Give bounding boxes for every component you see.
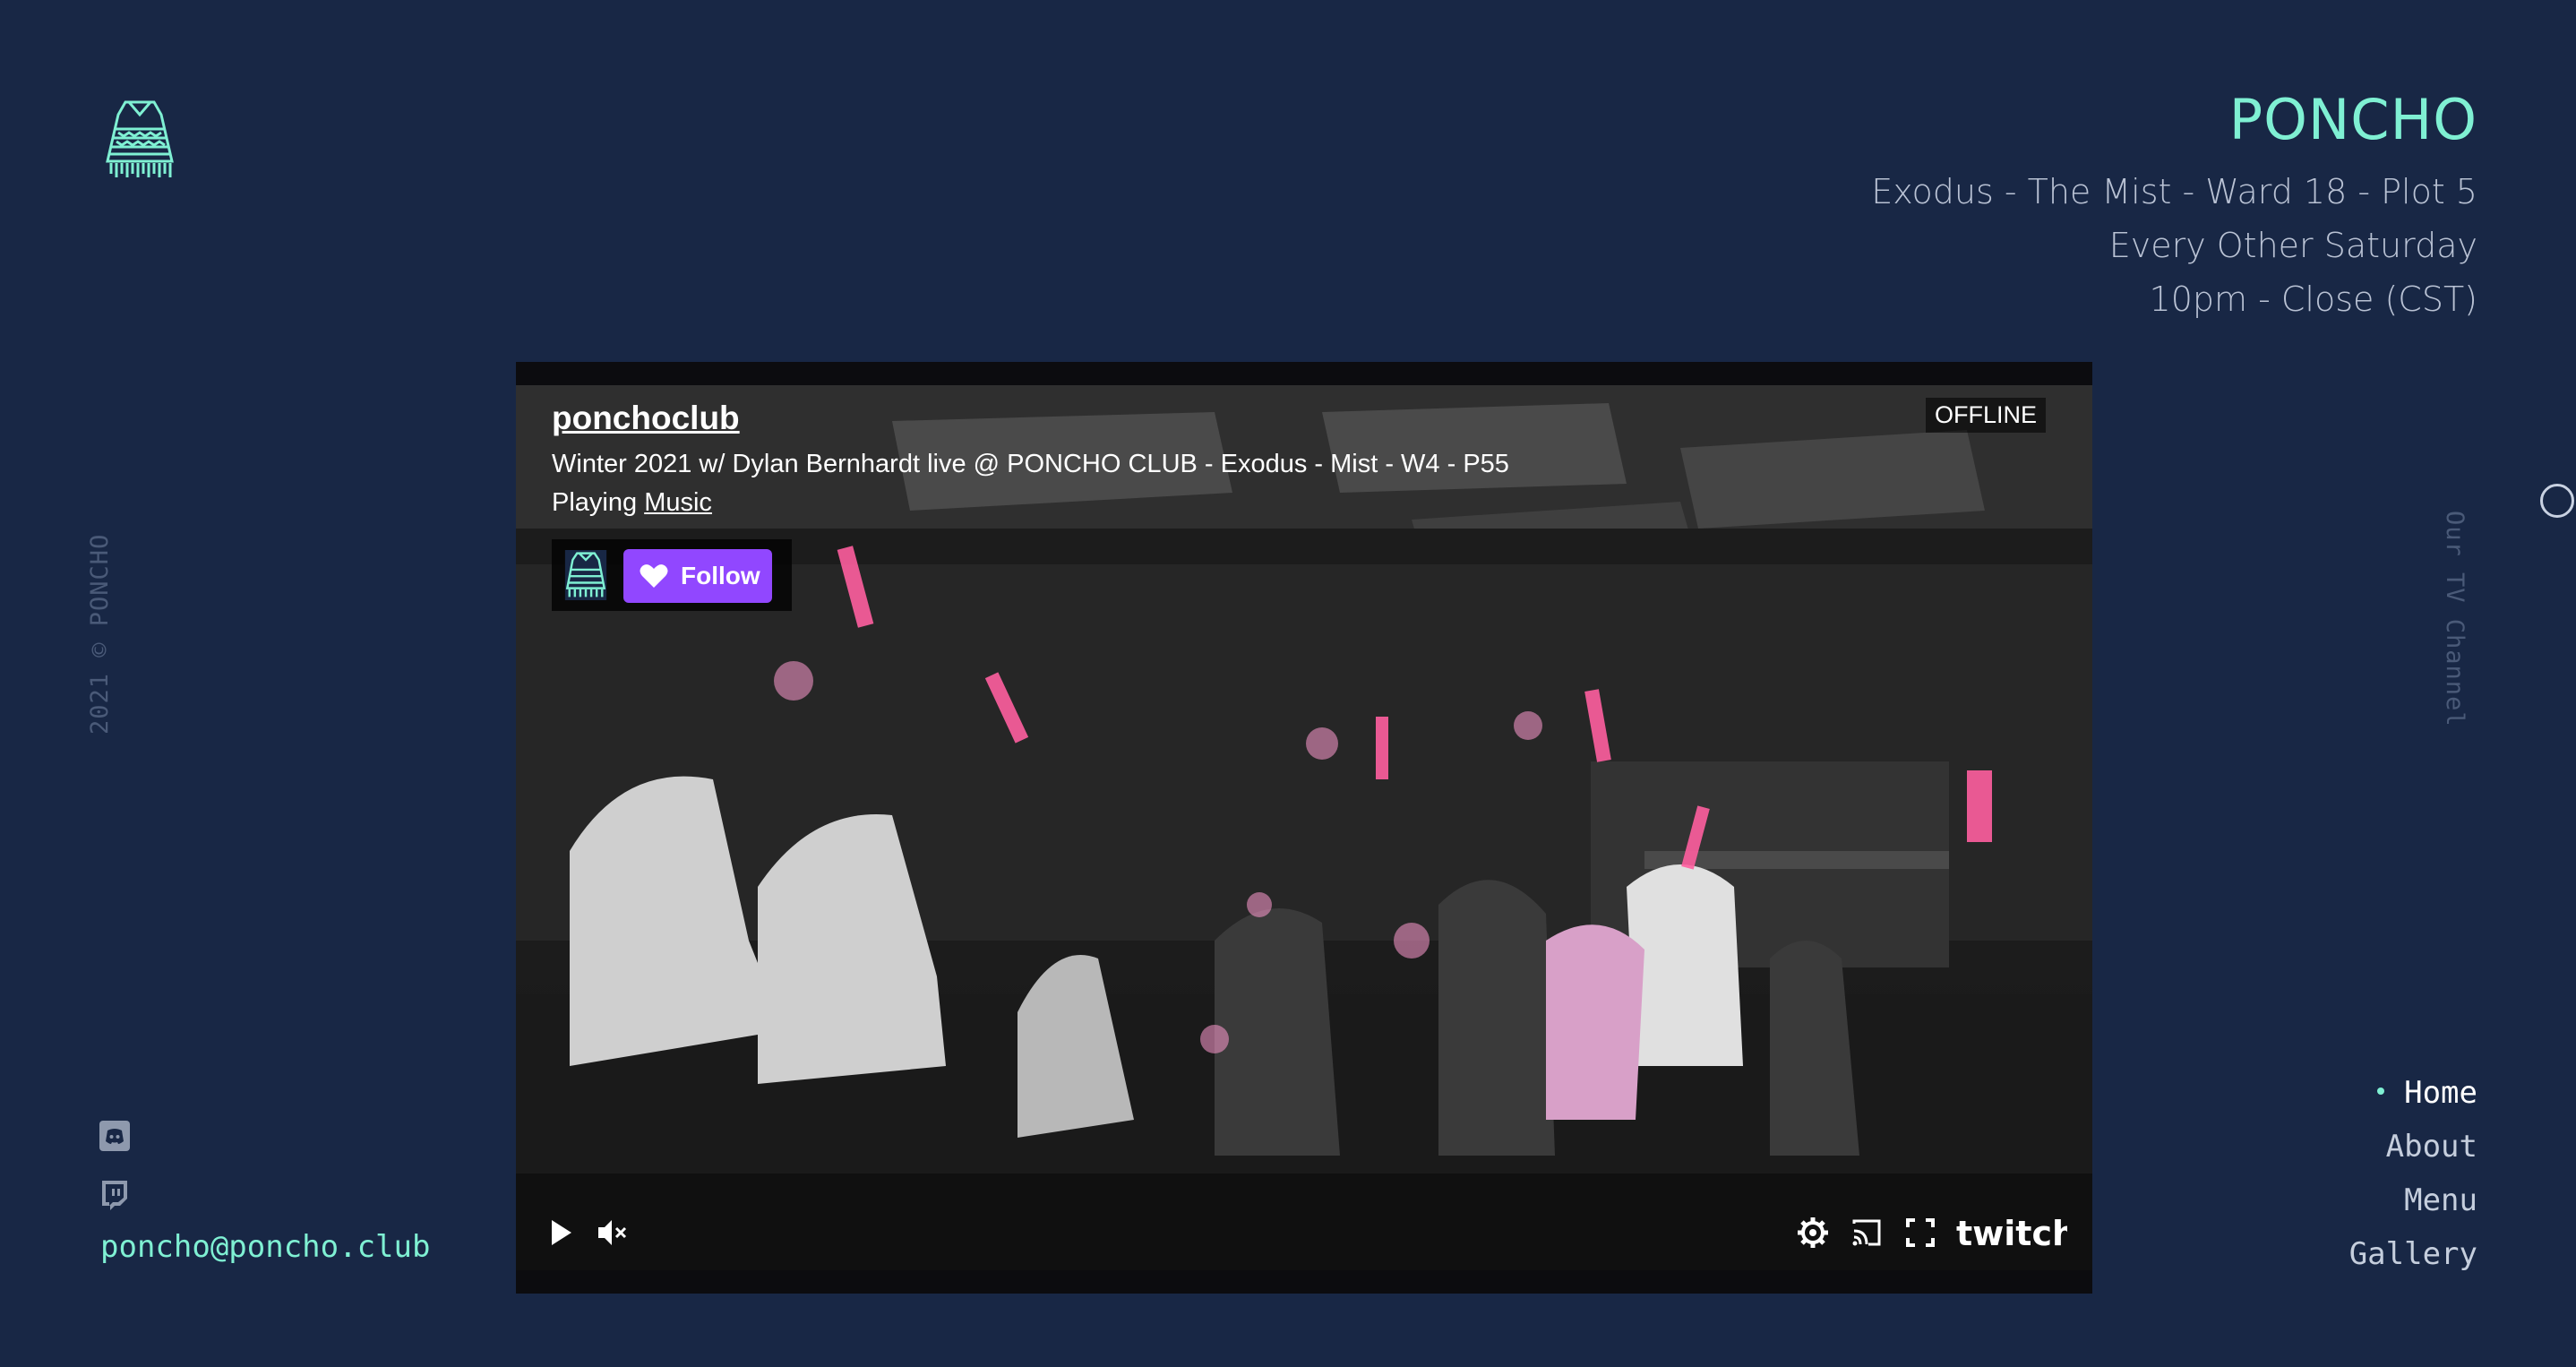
brand-title: PONCHO: [2228, 87, 2477, 152]
copyright-text: 2021 © PONCHO: [86, 533, 114, 735]
nav-item-about[interactable]: About: [2349, 1120, 2477, 1174]
brand-location: Exodus - The Mist - Ward 18 - Plot 5: [1871, 172, 2477, 211]
fullscreen-icon[interactable]: [1902, 1215, 1938, 1251]
player-controls: twitch: [516, 1199, 2092, 1270]
nav-item-gallery[interactable]: Gallery: [2349, 1227, 2477, 1281]
stream-thumbnail: [516, 385, 2092, 1270]
twitch-logo-icon[interactable]: twitch: [1956, 1213, 2076, 1253]
follow-label: Follow: [681, 562, 760, 589]
discord-icon[interactable]: [99, 1120, 131, 1152]
play-icon[interactable]: [543, 1215, 579, 1251]
active-indicator-dot: [2377, 1087, 2385, 1095]
nav-item-home[interactable]: Home: [2349, 1066, 2477, 1120]
mute-icon[interactable]: [595, 1215, 631, 1251]
follow-panel: Follow: [552, 539, 792, 611]
cast-icon[interactable]: [1849, 1215, 1885, 1251]
twitch-player[interactable]: ponchoclub Winter 2021 w/ Dylan Bernhard…: [516, 362, 2092, 1294]
game-link[interactable]: Music: [644, 488, 712, 517]
follow-button[interactable]: Follow: [623, 549, 772, 603]
nav-item-menu[interactable]: Menu: [2349, 1174, 2477, 1227]
channel-avatar[interactable]: [564, 550, 607, 600]
playing-prefix: Playing: [552, 488, 638, 517]
nav-item-label: Home: [2404, 1075, 2477, 1111]
brand-info: PONCHO Exodus - The Mist - Ward 18 - Plo…: [1871, 86, 2477, 326]
twitch-icon[interactable]: [99, 1179, 131, 1211]
stream-title: Winter 2021 w/ Dylan Bernhardt live @ PO…: [552, 450, 1509, 478]
settings-icon[interactable]: [1795, 1215, 1831, 1251]
playing-line: Playing Music: [552, 488, 712, 518]
brand-hours: 10pm - Close (CST): [2149, 279, 2477, 319]
brand-schedule: Every Other Saturday: [2108, 226, 2477, 265]
twitch-wordmark: twitch: [1956, 1214, 2067, 1252]
page: PONCHO Exodus - The Mist - Ward 18 - Plo…: [0, 0, 2576, 1367]
offline-badge: OFFLINE: [1925, 398, 2046, 433]
main-nav: Home About Menu Gallery: [2349, 1066, 2477, 1281]
poncho-logo-icon[interactable]: [106, 99, 174, 181]
channel-name-link[interactable]: ponchoclub: [552, 400, 740, 437]
heart-icon: [640, 564, 668, 588]
tv-channel-label: Our TV Channel: [2441, 511, 2469, 727]
email-link[interactable]: poncho@poncho.club: [100, 1229, 430, 1265]
scroll-indicator-circle[interactable]: [2540, 484, 2574, 518]
